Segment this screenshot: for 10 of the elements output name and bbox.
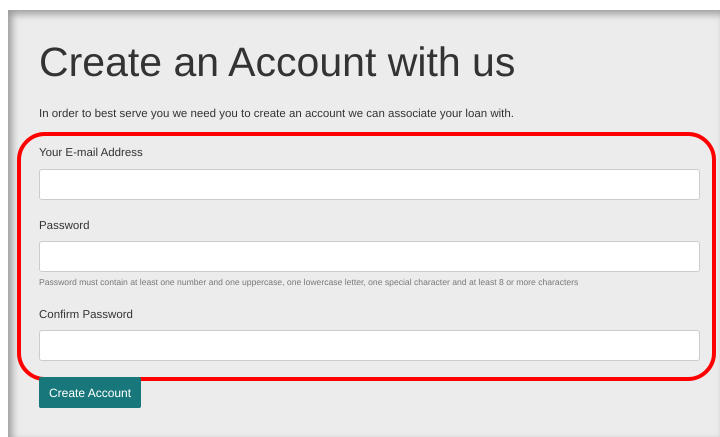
input-field[interactable] xyxy=(39,240,700,272)
input-field[interactable] xyxy=(39,330,700,361)
intro-text: In order to best serve you we need you to create an account we can associate your loan with. xyxy=(39,107,515,122)
field-label: Your E-mail Address xyxy=(39,146,144,162)
page-title: Create an Account with us xyxy=(39,38,516,86)
field-label: Confirm Password xyxy=(39,308,134,323)
create-account-button[interactable]: Create Account xyxy=(39,377,142,408)
help-text: Password must contain at least one number and one uppercase, one lowercase letter, one special character and at least 8 or more characters xyxy=(39,276,580,289)
input-field[interactable] xyxy=(39,168,700,200)
field-label: Password xyxy=(39,218,90,234)
